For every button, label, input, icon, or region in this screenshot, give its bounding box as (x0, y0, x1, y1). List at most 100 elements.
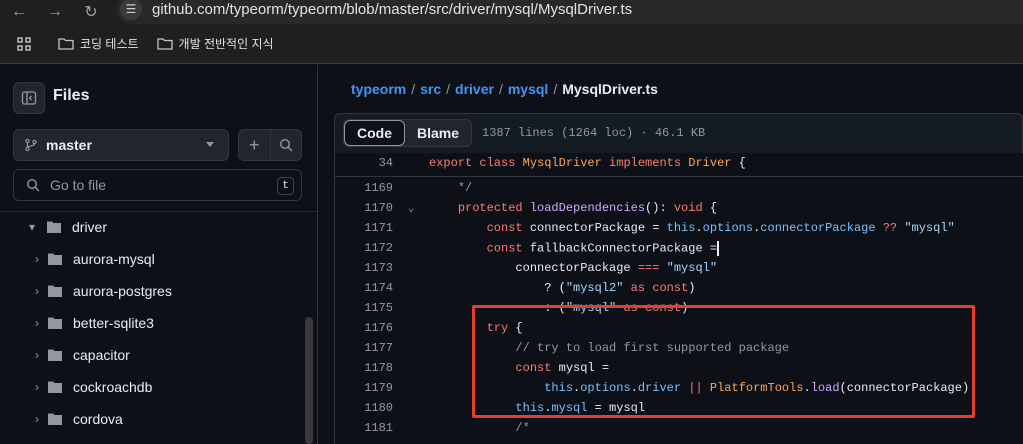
file-tree: ▾ driver › aurora-mysql › aurora-postgre… (0, 211, 317, 435)
tree-item-label: aurora-postgres (73, 283, 172, 299)
code-line: 1175 : ("mysql" as const) (335, 298, 1023, 318)
code-text: protected loadDependencies(): void { (457, 201, 718, 215)
chevron-down-icon: ▾ (28, 220, 36, 234)
code-text: /* (515, 421, 530, 435)
chevron-right-icon: › (35, 252, 39, 266)
address-bar[interactable]: ☰ github.com/typeorm/typeorm/blob/master… (116, 0, 1023, 24)
code-text: */ (457, 181, 473, 195)
code-line: 1179 this.options.driver || PlatformTool… (335, 378, 1023, 398)
url-text[interactable]: github.com/typeorm/typeorm/blob/master/s… (152, 1, 632, 18)
breadcrumb-separator: / (498, 81, 503, 97)
code-text: export class MysqlDriver implements Driv… (429, 156, 746, 170)
folder-icon (156, 38, 173, 50)
tree-item-label: cordova (73, 411, 123, 427)
go-to-file-input[interactable]: Go to file t (13, 169, 302, 201)
breadcrumb-current-file: MysqlDriver.ts (562, 81, 658, 97)
bookmark-label: 코딩 테스트 (80, 37, 139, 51)
tree-item-driver[interactable]: ▾ driver (0, 211, 317, 243)
bookmark-folder-dev-knowledge[interactable]: 개발 전반적인 지식 (156, 35, 274, 52)
sidebar-panel-icon (21, 91, 37, 105)
line-number[interactable]: 1177 (335, 341, 393, 355)
file-header: Code Blame 1387 lines (1264 loc) · 46.1 … (334, 113, 1023, 153)
sidebar-scrollbar[interactable] (305, 317, 313, 444)
code-line: 1174 ? ("mysql2" as const) (335, 278, 1023, 298)
tree-item-label: cockroachdb (73, 379, 153, 395)
line-number[interactable]: 1174 (335, 281, 393, 295)
tree-item-cockroachdb[interactable]: › cockroachdb (0, 371, 317, 403)
line-number[interactable]: 1181 (335, 421, 393, 435)
chevron-right-icon: › (35, 348, 39, 362)
line-number[interactable]: 1169 (335, 181, 393, 195)
code-text: this.options.driver || PlatformTools.loa… (544, 381, 970, 395)
reload-icon[interactable]: ↻ (81, 2, 101, 22)
tree-actions: + (238, 129, 302, 161)
line-number[interactable]: 1171 (335, 221, 393, 235)
code-line: 1171 const connectorPackage = this.optio… (335, 218, 1023, 238)
file-stats: 1387 lines (1264 loc) · 46.1 KB (482, 126, 706, 140)
folder-icon (48, 285, 62, 297)
git-branch-icon (25, 138, 37, 152)
code-text: const connectorPackage = this.options.co… (486, 221, 955, 235)
tree-item-aurora-mysql[interactable]: › aurora-mysql (0, 243, 317, 275)
folder-icon (58, 38, 74, 50)
breadcrumb: typeorm / src / driver / mysql / MysqlDr… (351, 81, 658, 97)
code-view: 34 export class MysqlDriver implements D… (334, 153, 1023, 444)
apps-grid-icon[interactable] (17, 36, 37, 51)
code-text: this.mysql = mysql (515, 401, 646, 415)
code-text: : ("mysql" as const) (429, 301, 689, 315)
bookmarks-bar: 코딩 테스트 개발 전반적인 지식 (0, 24, 1023, 64)
tab-blame[interactable]: Blame (405, 120, 471, 146)
tree-item-label: capacitor (73, 347, 130, 363)
line-number[interactable]: 1175 (335, 301, 393, 315)
breadcrumb-link[interactable]: mysql (508, 81, 548, 97)
view-toggle: Code Blame (343, 119, 473, 147)
forward-arrow-icon[interactable]: → (45, 2, 65, 22)
search-icon[interactable] (269, 130, 302, 160)
shortcut-key: t (277, 177, 294, 195)
folder-icon (48, 317, 62, 329)
line-number[interactable]: 1173 (335, 261, 393, 275)
tree-item-cordova[interactable]: › cordova (0, 403, 317, 435)
breadcrumb-separator: / (411, 81, 416, 97)
bookmark-label: 개발 전반적인 지식 (178, 37, 274, 51)
breadcrumb-link[interactable]: typeorm (351, 81, 406, 97)
code-text: connectorPackage === "mysql" (429, 261, 718, 275)
text-cursor (717, 240, 720, 256)
code-text: ? ("mysql2" as const) (429, 281, 696, 295)
breadcrumb-link[interactable]: src (420, 81, 441, 97)
breadcrumb-separator: / (553, 81, 558, 97)
tab-code[interactable]: Code (344, 120, 405, 146)
code-text: try { (486, 321, 523, 335)
code-line: 1173 connectorPackage === "mysql" (335, 258, 1023, 278)
tree-item-capacitor[interactable]: › capacitor (0, 339, 317, 371)
line-number[interactable]: 1170 (335, 201, 393, 215)
bookmark-folder-coding-test[interactable]: 코딩 테스트 (58, 35, 139, 52)
code-line: 1169 */ (335, 178, 1023, 198)
fold-chevron-icon[interactable]: ⌄ (393, 201, 429, 215)
sticky-scope-header[interactable]: 34 export class MysqlDriver implements D… (335, 153, 1023, 177)
code-line: 1180 this.mysql = mysql (335, 398, 1023, 418)
branch-selector[interactable]: master (13, 129, 229, 161)
code-line: 1181 /* (335, 418, 1023, 438)
back-arrow-icon[interactable]: ← (9, 2, 29, 22)
code-text: // try to load first supported package (515, 341, 790, 355)
tree-item-aurora-postgres[interactable]: › aurora-postgres (0, 275, 317, 307)
line-number[interactable]: 1180 (335, 401, 393, 415)
line-number[interactable]: 1178 (335, 361, 393, 375)
folder-icon (48, 381, 62, 393)
line-number[interactable]: 1176 (335, 321, 393, 335)
line-number[interactable]: 1179 (335, 381, 393, 395)
add-file-icon[interactable]: + (239, 130, 270, 160)
collapse-sidebar-button[interactable] (13, 82, 45, 114)
line-number[interactable]: 1172 (335, 241, 393, 255)
site-settings-icon[interactable]: ☰ (120, 0, 142, 20)
chevron-right-icon: › (35, 412, 39, 426)
folder-icon (48, 349, 62, 361)
browser-toolbar: ← → ↻ ☰ github.com/typeorm/typeorm/blob/… (0, 0, 1023, 24)
code-text: const mysql = (515, 361, 610, 375)
code-line: 1177 // try to load first supported pack… (335, 338, 1023, 358)
breadcrumb-link[interactable]: driver (455, 81, 494, 97)
folder-icon (48, 253, 62, 265)
chevron-down-icon (206, 142, 214, 147)
tree-item-better-sqlite3[interactable]: › better-sqlite3 (0, 307, 317, 339)
